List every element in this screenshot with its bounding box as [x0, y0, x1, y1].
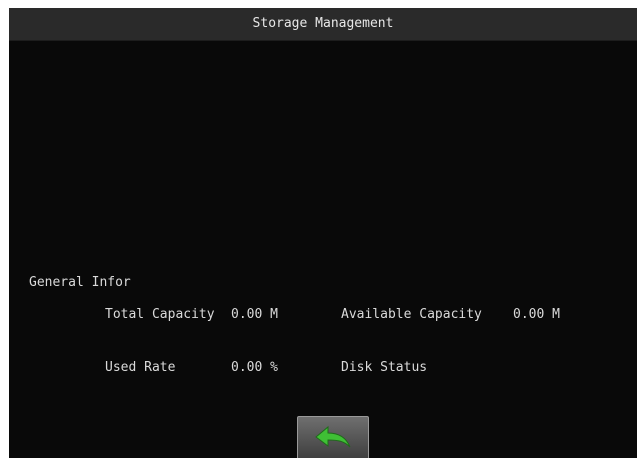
general-info-heading: General Infor	[29, 275, 131, 290]
total-capacity-label: Total Capacity	[105, 307, 215, 322]
back-button[interactable]	[297, 416, 369, 458]
used-rate-value: 0.00 %	[231, 360, 278, 375]
disk-status-label: Disk Status	[341, 360, 428, 375]
window-title: Storage Management	[9, 8, 637, 41]
storage-management-screen: Storage Management General Infor Total C…	[9, 8, 637, 458]
back-arrow-icon	[315, 425, 351, 448]
total-capacity-value: 0.00 M	[231, 307, 278, 322]
used-rate-label: Used Rate	[105, 360, 176, 375]
available-capacity-label: Available Capacity	[341, 307, 482, 322]
available-capacity-value: 0.00 M	[513, 307, 560, 322]
